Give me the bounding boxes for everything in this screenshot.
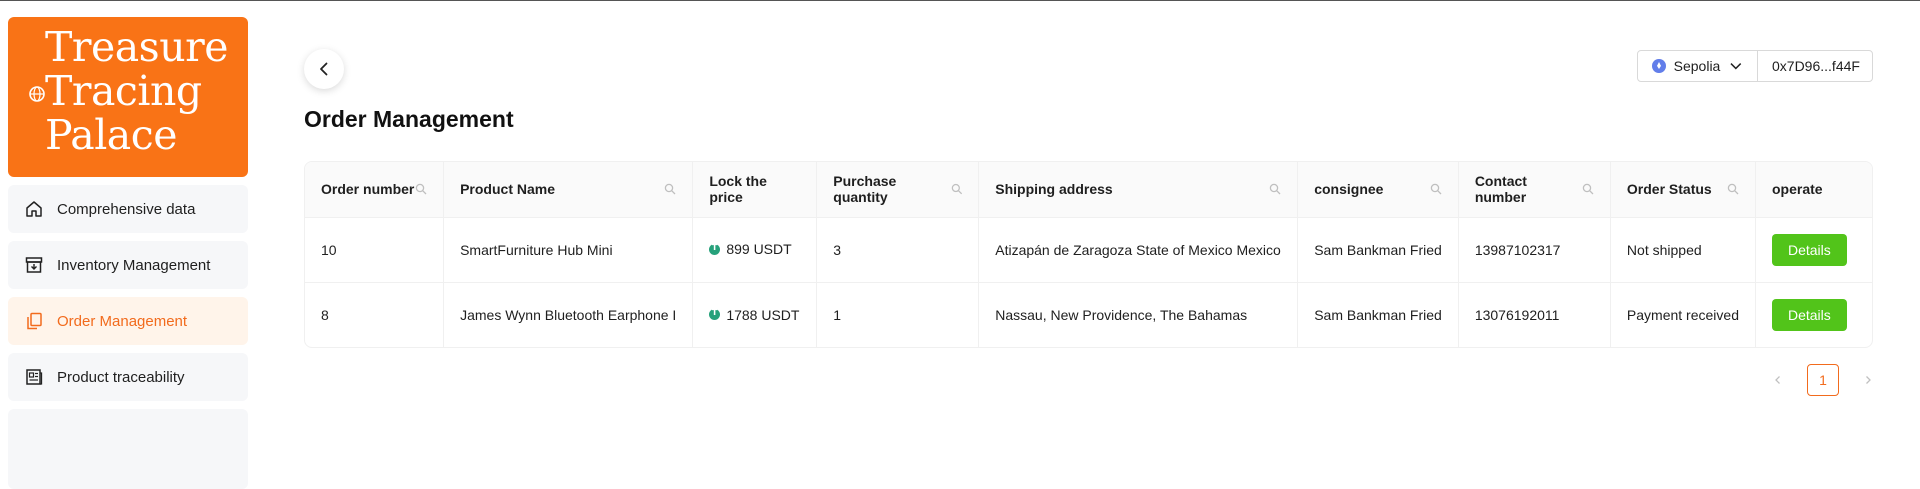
cell-contact: 13987102317 (1458, 217, 1611, 283)
cell-status: Not shipped (1610, 217, 1756, 283)
sidebar-item-label: Order Management (57, 312, 188, 330)
search-icon[interactable] (1582, 183, 1594, 195)
sidebar-item-order-management[interactable]: Order Management (8, 297, 248, 345)
cell-operate: Details (1755, 217, 1872, 283)
wallet-connector: Sepolia 0x7D96...f44F (1637, 50, 1873, 82)
column-label: Shipping address (995, 181, 1113, 198)
sidebar-item-comprehensive-data[interactable]: Comprehensive data (8, 185, 248, 233)
search-icon[interactable] (1269, 183, 1281, 195)
price-value: 1788 USDT (726, 306, 800, 323)
cell-consignee: Sam Bankman Fried (1297, 282, 1459, 347)
prev-page-button[interactable] (1762, 364, 1794, 396)
brand-logo[interactable]: Treasure Tracing Palace (8, 17, 248, 177)
brand-line-1: Treasure (45, 23, 228, 71)
search-icon[interactable] (664, 183, 676, 195)
column-label: Product Name (460, 181, 556, 198)
next-page-button[interactable] (1852, 364, 1884, 396)
search-icon[interactable] (1430, 183, 1442, 195)
cell-product-name: SmartFurniture Hub Mini (443, 217, 694, 283)
search-icon[interactable] (951, 183, 963, 195)
column-label: Lock the price (709, 173, 767, 206)
network-name: Sepolia (1673, 58, 1721, 74)
chevron-right-icon (1866, 376, 1871, 384)
chevron-down-icon (1730, 63, 1742, 70)
cell-order-number: 10 (305, 217, 445, 283)
pagination: 1 (1762, 364, 1884, 396)
table-row: 10 SmartFurniture Hub Mini 899 USDT 3 At… (305, 217, 1872, 283)
column-label: Contact number (1474, 173, 1527, 206)
globe-icon (29, 86, 45, 102)
column-label: Order number (321, 181, 415, 198)
documents-icon (22, 309, 46, 333)
ethereum-icon (1652, 59, 1666, 73)
brand-line-2: Tracing (45, 67, 202, 115)
brand-name: Treasure Tracing Palace (45, 25, 228, 157)
cell-price: 899 USDT (692, 217, 818, 283)
price-value: 899 USDT (726, 241, 792, 258)
back-button[interactable] (304, 49, 344, 89)
cell-operate: Details (1755, 282, 1872, 347)
sidebar-item-label: Inventory Management (57, 256, 211, 274)
column-label: operate (1771, 181, 1823, 198)
chevron-left-icon (320, 62, 328, 76)
column-header-order-status: Order Status (1610, 162, 1756, 218)
column-header-operate: operate (1755, 162, 1872, 218)
sidebar: Treasure Tracing Palace Comprehensive da… (8, 17, 248, 489)
column-header-product-name: Product Name (443, 162, 694, 218)
cell-address: Nassau, New Providence, The Bahamas (978, 282, 1299, 347)
column-header-purchase-quantity: Purchase quantity (816, 162, 980, 218)
cell-price: 1788 USDT (692, 282, 818, 347)
column-label: consignee (1314, 181, 1384, 198)
sidebar-item-product-traceability[interactable]: Product traceability (8, 353, 248, 401)
wallet-address[interactable]: 0x7D96...f44F (1758, 51, 1872, 81)
cell-contact: 13076192011 (1458, 282, 1611, 347)
details-button[interactable]: Details (1771, 233, 1847, 266)
column-header-consignee: consignee (1297, 162, 1459, 218)
column-label: Purchase quantity (833, 173, 897, 206)
page-title: Order Management (304, 106, 514, 132)
newspaper-icon (22, 365, 46, 389)
details-button[interactable]: Details (1771, 298, 1847, 331)
usdt-icon (709, 308, 721, 320)
column-header-order-number: Order number (305, 162, 445, 218)
home-icon (22, 197, 46, 221)
cell-order-number: 8 (305, 282, 445, 347)
column-label: Order Status (1626, 181, 1712, 198)
cell-address: Atizapán de Zaragoza State of Mexico Mex… (978, 217, 1299, 283)
cell-quantity: 1 (816, 282, 980, 347)
table-row: 8 James Wynn Bluetooth Earphone I 1788 U… (305, 282, 1872, 347)
cell-quantity: 3 (816, 217, 980, 283)
window-top-border (0, 0, 1920, 1)
column-header-contact-number: Contact number (1458, 162, 1611, 218)
sidebar-empty-panel (8, 409, 248, 489)
sidebar-item-label: Comprehensive data (57, 200, 196, 218)
network-selector[interactable]: Sepolia (1638, 51, 1758, 81)
search-icon[interactable] (1727, 183, 1739, 195)
archive-box-icon (22, 253, 46, 277)
cell-status: Payment received (1610, 282, 1756, 347)
cell-consignee: Sam Bankman Fried (1297, 217, 1459, 283)
brand-line-3: Palace (45, 111, 177, 159)
sidebar-item-label: Product traceability (57, 368, 185, 386)
sidebar-item-inventory-management[interactable]: Inventory Management (8, 241, 248, 289)
table-header-row: Order number Product Name Lock the price… (305, 162, 1872, 218)
page-number-current[interactable]: 1 (1807, 364, 1839, 396)
chevron-left-icon (1775, 376, 1780, 384)
column-header-lock-price: Lock the price (692, 162, 818, 218)
search-icon[interactable] (415, 183, 427, 195)
column-header-shipping-address: Shipping address (978, 162, 1299, 218)
orders-table: Order number Product Name Lock the price… (304, 161, 1873, 348)
cell-product-name: James Wynn Bluetooth Earphone I (443, 282, 694, 347)
usdt-icon (709, 243, 721, 255)
